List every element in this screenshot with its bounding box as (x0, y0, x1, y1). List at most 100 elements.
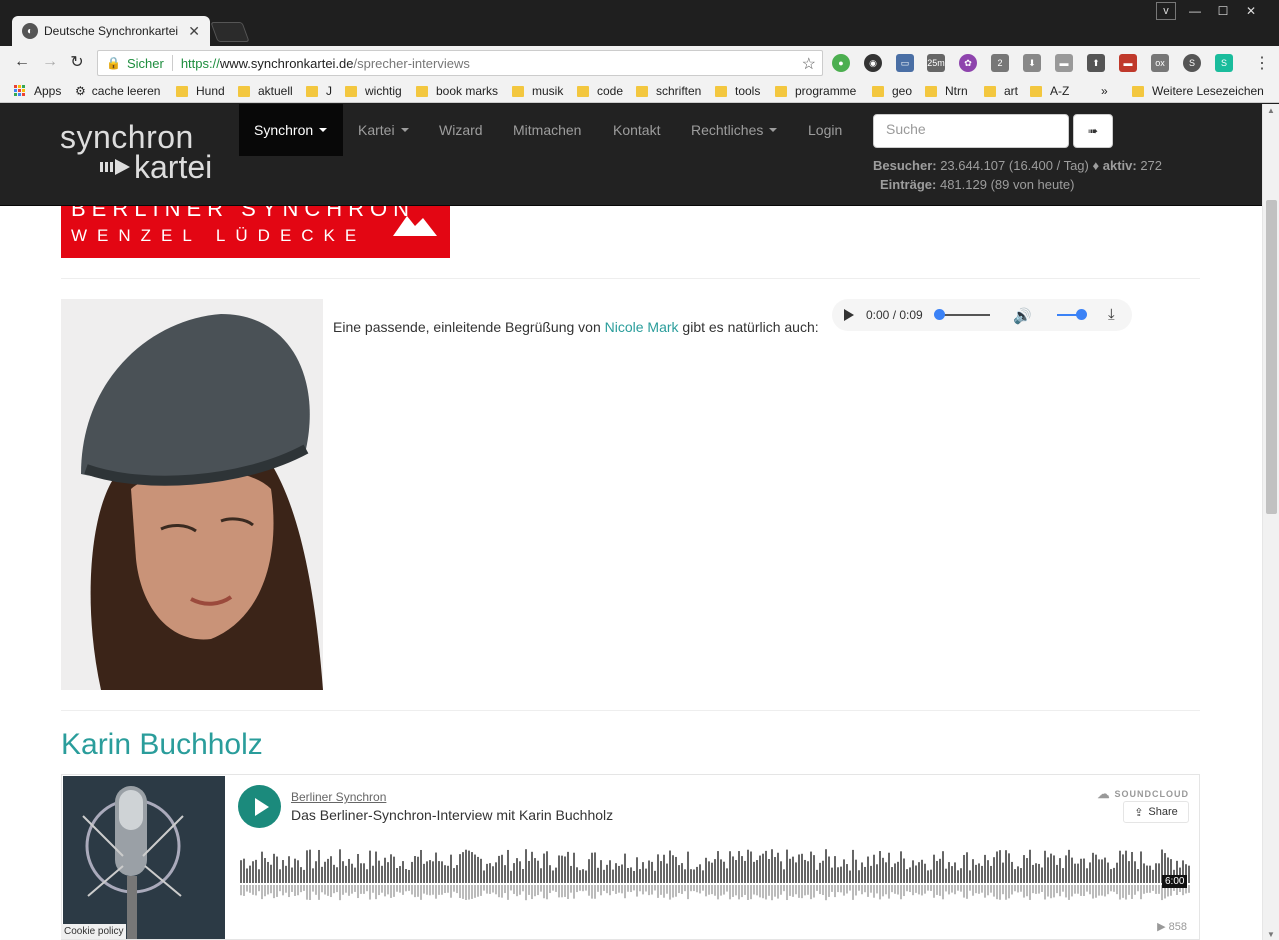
bookmark-code[interactable]: code (577, 84, 623, 98)
browser-menu-icon[interactable]: ⋮ (1254, 53, 1270, 73)
audio-seek-track[interactable] (938, 314, 990, 316)
extension-s-icon[interactable]: S (1183, 54, 1201, 72)
extension-people-icon[interactable]: 2 (991, 54, 1009, 72)
back-icon[interactable]: ← (12, 52, 32, 72)
waveform-bar (1005, 850, 1007, 883)
bookmark-tools[interactable]: tools (715, 84, 760, 98)
bookmark-cache-leeren[interactable]: ⚙ cache leeren (75, 84, 160, 98)
bookmark-wichtig[interactable]: wichtig (345, 84, 402, 98)
waveform-bar-reflection (885, 885, 887, 895)
waveform-bar-reflection (453, 885, 455, 892)
extension-s2-icon[interactable]: S (1215, 54, 1233, 72)
bookmark-geo[interactable]: geo (872, 84, 912, 98)
close-tab-icon[interactable]: ✕ (188, 23, 200, 40)
waveform-bar-reflection (1038, 885, 1040, 894)
audio-seek-handle[interactable] (934, 309, 945, 320)
berliner-synchron-banner[interactable]: BERLINER SYNCHRON WENZEL LÜDECKE (61, 206, 450, 258)
nav-rechtliches[interactable]: Rechtliches (676, 104, 792, 156)
apps-grid-icon (14, 85, 26, 97)
waveform-bar-reflection (516, 885, 518, 897)
bookmark-programme[interactable]: programme (775, 84, 856, 98)
bookmarks-overflow-button[interactable]: » (1101, 84, 1108, 98)
waveform-bar-reflection (507, 885, 509, 900)
cookie-policy-link[interactable]: Cookie policy (61, 924, 127, 939)
nav-login[interactable]: Login (793, 104, 857, 156)
address-bar[interactable]: 🔒 Sicher https://www.synchronkartei.de/s… (97, 50, 823, 76)
bookmark-star-icon[interactable]: ☆ (802, 54, 816, 74)
waveform-bar-reflection (852, 885, 854, 900)
nav-kontakt[interactable]: Kontakt (598, 104, 675, 156)
waveform-bar (297, 860, 299, 883)
search-button[interactable]: ➠ (1073, 114, 1113, 148)
browser-tab[interactable]: ◐ Deutsche Synchronkartei ✕ (12, 16, 210, 46)
forward-icon[interactable]: → (40, 52, 60, 72)
extension-green-icon[interactable]: ● (832, 54, 850, 72)
waveform-bar (411, 861, 413, 883)
bookmark-weitere-lesezeichen[interactable]: Weitere Lesezeichen (1132, 84, 1264, 98)
waveform-bar-reflection (564, 885, 566, 897)
soundcloud-play-button[interactable] (238, 785, 281, 828)
profile-button[interactable]: v (1156, 2, 1176, 20)
bookmark-musik[interactable]: musik (512, 84, 563, 98)
waveform-bar (420, 849, 422, 883)
soundcloud-logo[interactable]: ☁ SOUNDCLOUD (1098, 787, 1190, 801)
new-tab-button[interactable] (210, 22, 250, 42)
waveform-bar-reflection (972, 885, 974, 896)
bookmark-schriften[interactable]: schriften (636, 84, 701, 98)
volume-icon[interactable]: 🔊 (1013, 307, 1032, 325)
waveform-bar-reflection (1050, 885, 1052, 899)
extension-timer-icon[interactable]: 25m (927, 54, 945, 72)
bookmark-hund[interactable]: Hund (176, 84, 225, 98)
extension-screen-icon[interactable]: ▭ (896, 54, 914, 72)
extension-arrow-icon[interactable]: ⬆ (1087, 54, 1105, 72)
extension-lens-icon[interactable]: ◉ (864, 54, 882, 72)
close-window-icon[interactable]: ✕ (1237, 2, 1265, 20)
soundcloud-track-title[interactable]: Das Berliner-Synchron-Interview mit Kari… (291, 807, 613, 823)
bookmark-apps[interactable]: Apps (14, 84, 61, 98)
scroll-thumb[interactable] (1266, 200, 1277, 514)
bookmark-j[interactable]: J (306, 84, 332, 98)
extension-color-icon[interactable]: ✿ (959, 54, 977, 72)
waveform-bar-reflection (645, 885, 647, 892)
bookmark-art[interactable]: art (984, 84, 1018, 98)
waveform-bar (588, 859, 590, 883)
waveform[interactable] (240, 843, 1190, 905)
share-button[interactable]: ⇪ Share (1123, 801, 1189, 823)
play-icon[interactable] (844, 309, 854, 321)
bookmark-aktuell[interactable]: aktuell (238, 84, 293, 98)
extension-download-icon[interactable]: ⬇ (1023, 54, 1041, 72)
nav-kartei[interactable]: Kartei (343, 104, 424, 156)
waveform-bar (792, 856, 794, 883)
minimize-icon[interactable]: — (1181, 2, 1209, 20)
bookmark-book-marks[interactable]: book marks (416, 84, 498, 98)
maximize-icon[interactable]: ☐ (1209, 2, 1237, 20)
waveform-bar (483, 870, 485, 883)
waveform-bar (1014, 869, 1016, 883)
site-logo[interactable]: synchron kartei (60, 121, 212, 183)
waveform-bar-reflection (576, 885, 578, 893)
nav-wizard[interactable]: Wizard (424, 104, 498, 156)
waveform-bar-reflection (696, 885, 698, 893)
soundcloud-user-link[interactable]: Berliner Synchron (291, 790, 386, 804)
page-scrollbar[interactable]: ▲ ▼ (1262, 104, 1279, 940)
bookmark-ntrn[interactable]: Ntrn (925, 84, 968, 98)
search-input[interactable]: Suche (873, 114, 1069, 148)
waveform-bar (786, 849, 788, 883)
scroll-up-icon[interactable]: ▲ (1267, 106, 1276, 115)
waveform-bar-reflection (879, 885, 881, 900)
waveform-bar-reflection (522, 885, 524, 892)
nav-synchron[interactable]: Synchron (239, 104, 343, 156)
extension-folder-icon[interactable]: ▬ (1055, 54, 1073, 72)
bookmark-a-z[interactable]: A-Z (1030, 84, 1069, 98)
waveform-bar (546, 851, 548, 883)
scroll-down-icon[interactable]: ▼ (1267, 930, 1276, 939)
waveform-bar-reflection (390, 885, 392, 898)
waveform-bar (252, 861, 254, 883)
nav-mitmachen[interactable]: Mitmachen (498, 104, 596, 156)
volume-handle[interactable] (1076, 309, 1087, 320)
extension-ox-icon[interactable]: ox (1151, 54, 1169, 72)
nicole-mark-link[interactable]: Nicole Mark (605, 319, 679, 335)
reload-icon[interactable]: ↻ (67, 52, 87, 72)
extension-red-icon[interactable]: ▬ (1119, 54, 1137, 72)
download-icon[interactable]: ⤓ (1108, 306, 1115, 323)
